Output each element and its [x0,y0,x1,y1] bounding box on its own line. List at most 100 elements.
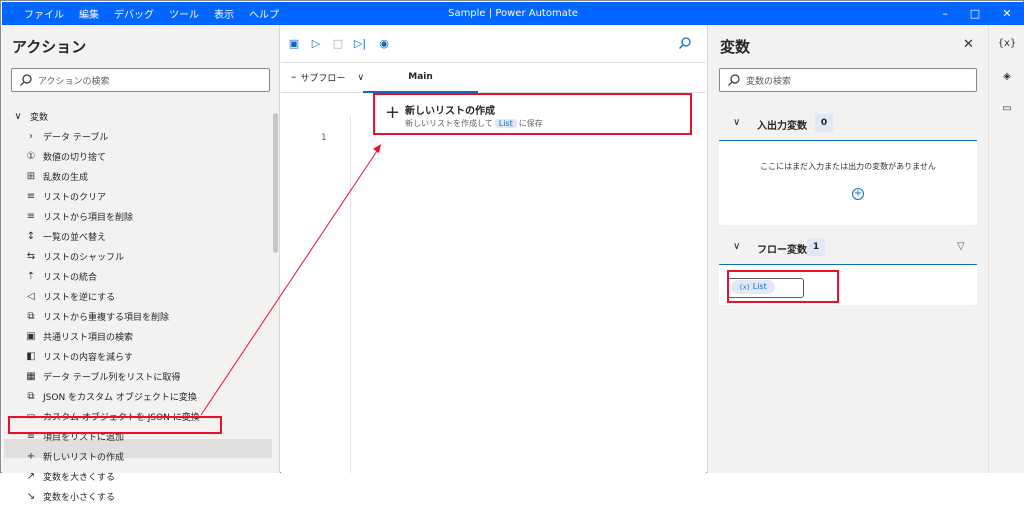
tab-main[interactable]: Main [363,63,478,93]
filter-icon[interactable]: ▽ [957,241,965,252]
tree-item-create-new-list[interactable]: + 新しいリストの作成 [24,447,124,466]
run-icon[interactable]: ▷ [309,37,323,51]
search-icon [728,74,740,86]
highlight-box-action [8,416,222,434]
tree-label: リストの統合 [43,273,98,283]
tree-item-decrease-variable[interactable]: ↘ 変数を小さくする [24,487,115,506]
tree-group-datatable[interactable]: › データ テーブル [24,127,108,146]
step-desc-text: 新しいリストを作成して [405,119,493,128]
close-icon[interactable]: ✕ [963,37,974,52]
menu-help[interactable]: ヘルプ [249,6,279,21]
merge-icon: ⇡ [26,271,36,282]
tree-label: データ テーブル [43,133,109,143]
tree-item-json-to-object[interactable]: ⧉ JSON をカスタム オブジェクトに変換 [24,387,197,406]
variables-panel-title: 変数 [720,38,751,56]
reverse-icon: ◁ [27,291,35,302]
plus-icon: + [385,102,401,123]
tree-label: JSON をカスタム オブジェクトに変換 [43,393,197,403]
tree-item-datatable-column-to-list[interactable]: ▦ データ テーブル列をリストに取得 [24,367,180,386]
tree-label: 共通リスト項目の検索 [43,333,134,343]
tree-label: 変数を大きくする [43,473,116,483]
sort-icon: ↕ [26,231,36,242]
variable-chip: List [494,119,517,128]
tree-item-shuffle-list[interactable]: ⇆ リストのシャッフル [24,247,124,266]
variables-search-input[interactable]: 変数の検索 [719,68,977,92]
tree-label: リストのシャッフル [43,253,125,263]
side-rail: {x} ◈ ▭ [988,25,1024,473]
tree-label: リストの内容を減らす [43,353,133,363]
save-icon[interactable]: ▣ [287,37,301,51]
list-remove-icon: ≡ [26,211,36,222]
search-icon [20,74,32,86]
close-button[interactable]: ✕ [992,2,1022,25]
images-rail-icon[interactable]: ▭ [989,103,1024,114]
decrease-icon: ↘ [26,491,36,502]
variables-panel: 変数 ✕ 変数の検索 ∨ 入出力変数 0 ここにはまだ入力または出力の変数があり… [707,25,988,473]
step-title: 新しいリストの作成 [405,106,495,117]
tree-item-remove-from-list[interactable]: ≡ リストから項目を削除 [24,207,133,226]
step-run-icon[interactable]: ▷| [353,37,367,51]
chevron-down-icon: ∨ [14,111,22,122]
tree-item-clear-list[interactable]: ≡ リストのクリア [24,187,106,206]
tree-label: 数値の切り捨て [43,153,107,163]
shuffle-icon: ⇆ [26,251,36,262]
add-variable-icon[interactable]: + [852,188,864,200]
actions-scrollbar[interactable] [273,113,278,253]
search-icon[interactable] [678,36,692,50]
tree-item-find-common-items[interactable]: ▣ 共通リスト項目の検索 [24,327,133,346]
stop-icon[interactable]: □ [331,37,345,51]
chevron-down-icon: ∨ [733,241,741,252]
tree-label: 一覧の並べ替え [43,233,107,243]
actions-panel: アクション アクションの検索 ∨ 変数 › データ テーブル ① 数値の切り捨て ⊞ 乱… [2,25,280,503]
highlight-box-variable [727,270,839,303]
flow-variables-header[interactable]: ∨ フロー変数 1 ▽ [719,231,977,265]
tree-item-subtract-lists[interactable]: ◧ リストの内容を減らす [24,347,133,366]
minimize-button[interactable]: – [930,2,960,25]
io-variables-header[interactable]: ∨ 入出力変数 0 [719,107,977,141]
menu-view[interactable]: 表示 [214,6,234,21]
tree-item-increase-variable[interactable]: ↗ 変数を大きくする [24,467,115,486]
table-icon: ▦ [26,371,36,382]
io-variables-label: 入出力変数 [757,121,807,132]
tree-label: 新しいリストの作成 [43,453,125,463]
menu-edit[interactable]: 編集 [79,6,99,21]
flow-variables-label: フロー変数 [757,245,807,256]
tree-item-truncate-number[interactable]: ① 数値の切り捨て [24,147,107,166]
subflow-dropdown[interactable]: ⌁ サブフロー ∨ [291,71,364,85]
tree-label: 変数 [30,113,49,123]
tree-item-random-number[interactable]: ⊞ 乱数の生成 [24,167,88,186]
record-icon[interactable]: ◉ [377,37,391,51]
variables-search-placeholder: 変数の検索 [746,77,792,87]
tree-group-variables[interactable]: ∨ 変数 [11,107,48,126]
menu-debug[interactable]: デバッグ [114,6,154,21]
duplicates-icon: ⧉ [27,311,35,322]
tree-label: リストから重複する項目を削除 [43,313,170,323]
maximize-button[interactable]: □ [960,2,990,25]
menu-tools[interactable]: ツール [169,6,199,21]
number-icon: ① [26,151,36,162]
flow-step-create-list[interactable]: + 新しいリストの作成 新しいリストを作成して List に保存 [373,93,692,135]
tree-item-merge-lists[interactable]: ⇡ リストの統合 [24,267,97,286]
tree-item-sort-list[interactable]: ↕ 一覧の並べ替え [24,227,106,246]
menu-file[interactable]: ファイル [24,6,64,21]
tree-label: リストのクリア [43,193,107,203]
actions-search-input[interactable]: アクションの検索 [11,68,270,92]
tree-label: 変数を小さくする [43,493,116,503]
subflow-label: サブフロー [300,74,346,84]
subtract-icon: ◧ [26,351,36,362]
json-convert-icon: ⧉ [27,391,35,402]
editor-toolbar: ▣ ▷ □ ▷| ◉ [281,25,706,63]
tree-label: 乱数の生成 [43,173,89,183]
variables-rail-icon[interactable]: {x} [989,38,1024,49]
tree-label: データ テーブル列をリストに取得 [43,373,181,383]
random-icon: ⊞ [26,171,36,182]
line-number: 1 [321,133,327,143]
io-variables-count: 0 [815,114,833,132]
ui-elements-rail-icon[interactable]: ◈ [989,71,1024,82]
step-desc-suffix: に保存 [518,119,543,128]
app-window: ファイル 編集 デバッグ ツール 表示 ヘルプ Sample | Power A… [0,0,1024,503]
tree-item-reverse-list[interactable]: ◁ リストを逆にする [24,287,115,306]
actions-panel-title: アクション [12,38,87,56]
tree-item-remove-duplicates[interactable]: ⧉ リストから重複する項目を削除 [24,307,169,326]
flow-editor: ▣ ▷ □ ▷| ◉ ⌁ サブフロー ∨ Main 1 + 新しいリストの作成 … [281,25,706,473]
